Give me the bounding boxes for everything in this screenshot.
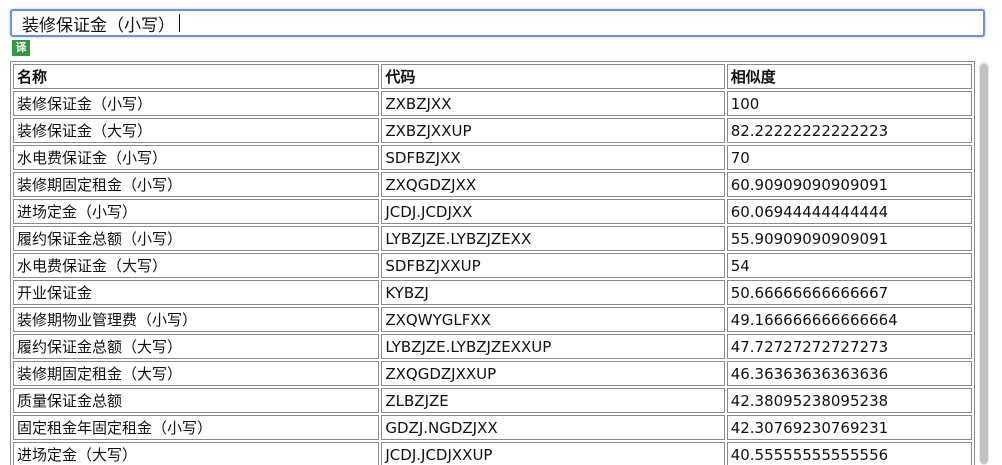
cell-similarity: 40.55555555555556 [726, 442, 972, 465]
column-header-similarity[interactable]: 相似度 [726, 64, 972, 89]
table-row[interactable]: 履约保证金总额（大写） LYBZJZE.LYBZJZEXXUP 47.72727… [13, 334, 972, 359]
cell-code: SDFBZJXXUP [381, 253, 725, 278]
column-header-code[interactable]: 代码 [381, 64, 725, 89]
cell-name: 固定租金年固定租金（小写） [13, 415, 380, 440]
cell-similarity: 46.36363636363636 [726, 361, 972, 386]
cell-similarity: 54 [726, 253, 972, 278]
cell-code: ZXQGDZJXXUP [381, 361, 725, 386]
cell-name: 装修保证金（大写） [13, 118, 380, 143]
cell-code: ZXBZJXX [381, 91, 725, 116]
cell-name: 水电费保证金（大写） [13, 253, 380, 278]
cell-code: SDFBZJXX [381, 145, 725, 170]
cell-similarity: 60.90909090909091 [726, 172, 972, 197]
cell-similarity: 55.90909090909091 [726, 226, 972, 251]
text-caret [179, 14, 180, 32]
table-row[interactable]: 固定租金年固定租金（小写） GDZJ.NGDZJXX 42.3076923076… [13, 415, 972, 440]
table-row[interactable]: 开业保证金 KYBZJ 50.66666666666667 [13, 280, 972, 305]
cell-code: LYBZJZE.LYBZJZEXXUP [381, 334, 725, 359]
cell-similarity: 100 [726, 91, 972, 116]
cell-name: 质量保证金总额 [13, 388, 380, 413]
table-row[interactable]: 履约保证金总额（小写） LYBZJZE.LYBZJZEXX 55.9090909… [13, 226, 972, 251]
table-row[interactable]: 水电费保证金（大写） SDFBZJXXUP 54 [13, 253, 972, 278]
table-row[interactable]: 装修期固定租金（小写） ZXQGDZJXX 60.90909090909091 [13, 172, 972, 197]
cell-code: JCDJ.JCDJXXUP [381, 442, 725, 465]
cell-code: JCDJ.JCDJXX [381, 199, 725, 224]
table-row[interactable]: 装修期物业管理费（小写） ZXQWYGLFXX 49.1666666666666… [13, 307, 972, 332]
cell-name: 装修保证金（小写） [13, 91, 380, 116]
cell-name: 装修期固定租金（小写） [13, 172, 380, 197]
table-row[interactable]: 质量保证金总额 ZLBZJZE 42.38095238095238 [13, 388, 972, 413]
cell-code: GDZJ.NGDZJXX [381, 415, 725, 440]
page: 装修保证金（小写） 译 名称 代码 相似度 装修保证金（小写） ZXBZJXX … [0, 0, 1002, 465]
column-header-name[interactable]: 名称 [13, 64, 380, 89]
cell-similarity: 47.72727272727273 [726, 334, 972, 359]
cell-code: KYBZJ [381, 280, 725, 305]
scrollbar-thumb[interactable] [980, 64, 988, 464]
cell-similarity: 82.22222222222223 [726, 118, 972, 143]
cell-name: 水电费保证金（小写） [13, 145, 380, 170]
table-row[interactable]: 装修保证金（大写） ZXBZJXXUP 82.22222222222223 [13, 118, 972, 143]
cell-name: 装修期物业管理费（小写） [13, 307, 380, 332]
cell-name: 装修期固定租金（大写） [13, 361, 380, 386]
cell-similarity: 42.38095238095238 [726, 388, 972, 413]
translate-icon[interactable]: 译 [12, 40, 30, 56]
cell-name: 履约保证金总额（小写） [13, 226, 380, 251]
cell-name: 履约保证金总额（大写） [13, 334, 380, 359]
cell-code: ZXBZJXXUP [381, 118, 725, 143]
cell-similarity: 50.66666666666667 [726, 280, 972, 305]
cell-similarity: 70 [726, 145, 972, 170]
results-table-container: 名称 代码 相似度 装修保证金（小写） ZXBZJXX 100 装修保证金（大写… [10, 61, 975, 465]
cell-name: 开业保证金 [13, 280, 380, 305]
table-row[interactable]: 装修保证金（小写） ZXBZJXX 100 [13, 91, 972, 116]
cell-code: ZXQWYGLFXX [381, 307, 725, 332]
search-input-value[interactable]: 装修保证金（小写） [22, 11, 175, 36]
table-header-row: 名称 代码 相似度 [13, 64, 972, 89]
table-row[interactable]: 装修期固定租金（大写） ZXQGDZJXXUP 46.3636363636363… [13, 361, 972, 386]
cell-similarity: 49.166666666666664 [726, 307, 972, 332]
table-row[interactable]: 进场定金（大写） JCDJ.JCDJXXUP 40.55555555555556 [13, 442, 972, 465]
table-row[interactable]: 进场定金（小写） JCDJ.JCDJXX 60.06944444444444 [13, 199, 972, 224]
cell-code: ZLBZJZE [381, 388, 725, 413]
cell-name: 进场定金（小写） [13, 199, 380, 224]
cell-similarity: 60.06944444444444 [726, 199, 972, 224]
cell-code: LYBZJZE.LYBZJZEXX [381, 226, 725, 251]
cell-code: ZXQGDZJXX [381, 172, 725, 197]
cell-similarity: 42.30769230769231 [726, 415, 972, 440]
search-input[interactable]: 装修保证金（小写） [10, 9, 985, 37]
vertical-scrollbar[interactable] [979, 62, 989, 465]
results-table: 名称 代码 相似度 装修保证金（小写） ZXBZJXX 100 装修保证金（大写… [10, 61, 975, 465]
table-row[interactable]: 水电费保证金（小写） SDFBZJXX 70 [13, 145, 972, 170]
cell-name: 进场定金（大写） [13, 442, 380, 465]
